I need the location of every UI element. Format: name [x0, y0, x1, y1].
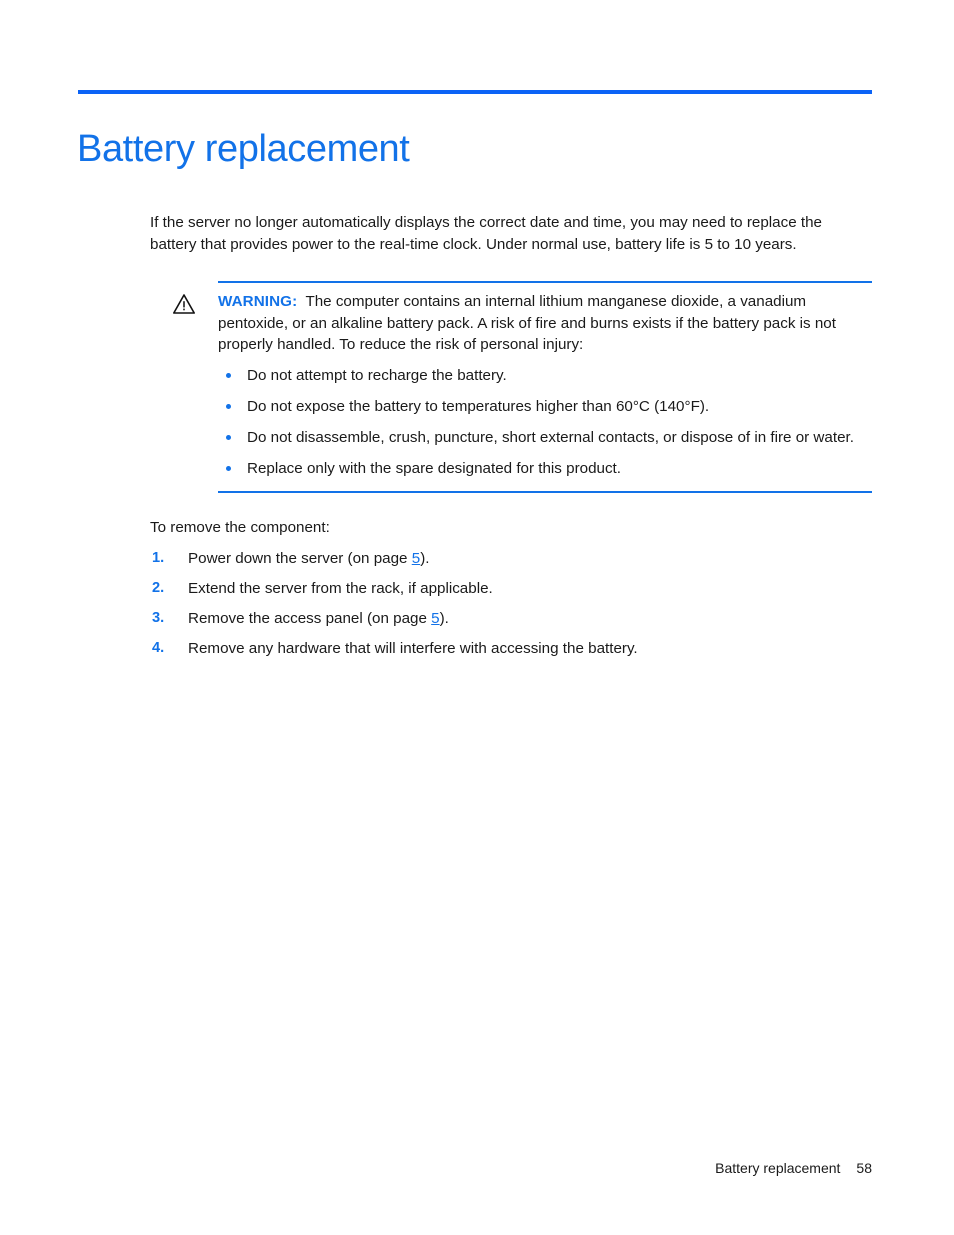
warning-bullet-list: Do not attempt to recharge the battery. …: [218, 365, 872, 479]
list-item: 3. Remove the access panel (on page 5).: [150, 608, 872, 629]
step-number: 3.: [152, 610, 165, 626]
page-cross-reference-link[interactable]: 5: [412, 550, 420, 567]
warning-paragraph: WARNING: The computer contains an intern…: [218, 291, 872, 356]
bullet-icon: [226, 372, 231, 378]
list-item: 4. Remove any hardware that will interfer…: [150, 638, 872, 659]
warning-item-text: Replace only with the spare designated f…: [247, 459, 621, 477]
page-content: If the server no longer automatically di…: [150, 212, 872, 668]
warning-triangle-icon: [172, 293, 196, 315]
bullet-icon: [226, 403, 231, 409]
list-item: 1. Power down the server (on page 5).: [150, 548, 872, 569]
page-footer: Battery replacement 58: [150, 1158, 872, 1178]
warning-item-text: Do not expose the battery to temperature…: [247, 397, 710, 415]
procedure-lead-in: To remove the component:: [150, 518, 330, 536]
step-text-tail: ).: [439, 610, 449, 627]
step-text: Power down the server (on page: [188, 550, 412, 567]
procedure-step-list: 1. Power down the server (on page 5). 2. E…: [150, 548, 872, 659]
step-text: Remove any hardware that will interfere …: [188, 640, 638, 657]
list-item: 2. Extend the server from the rack, if ap…: [150, 578, 872, 599]
page-title: Battery replacement: [77, 128, 410, 171]
step-number: 4.: [152, 640, 165, 656]
step-text: Extend the server from the rack, if appl…: [188, 580, 493, 597]
warning-text: The computer contains an internal lithiu…: [218, 293, 836, 353]
warning-callout: WARNING: The computer contains an intern…: [150, 281, 872, 493]
bullet-icon: [226, 465, 231, 471]
list-item: Do not disassemble, crush, puncture, sho…: [218, 427, 872, 448]
intro-paragraph: If the server no longer automatically di…: [150, 214, 822, 253]
step-text-tail: ).: [420, 550, 430, 567]
title-divider: [78, 90, 872, 94]
footer-chapter-title: Battery replacement: [715, 1160, 841, 1176]
warning-item-text: Do not attempt to recharge the battery.: [247, 366, 507, 384]
footer-page-number: 58: [856, 1160, 872, 1176]
warning-body: WARNING: The computer contains an intern…: [218, 281, 872, 493]
step-number: 1.: [152, 550, 165, 566]
list-item: Replace only with the spare designated f…: [218, 458, 872, 479]
step-text: Remove the access panel (on page: [188, 610, 432, 627]
warning-item-text: Do not disassemble, crush, puncture, sho…: [247, 428, 854, 446]
warning-label: WARNING:: [218, 293, 298, 310]
bullet-icon: [226, 434, 231, 440]
page-cross-reference-link[interactable]: 5: [431, 610, 439, 627]
step-number: 2.: [152, 580, 165, 596]
document-page: Battery replacement If the server no lon…: [0, 0, 954, 1235]
list-item: Do not attempt to recharge the battery.: [218, 365, 872, 386]
list-item: Do not expose the battery to temperature…: [218, 396, 872, 417]
